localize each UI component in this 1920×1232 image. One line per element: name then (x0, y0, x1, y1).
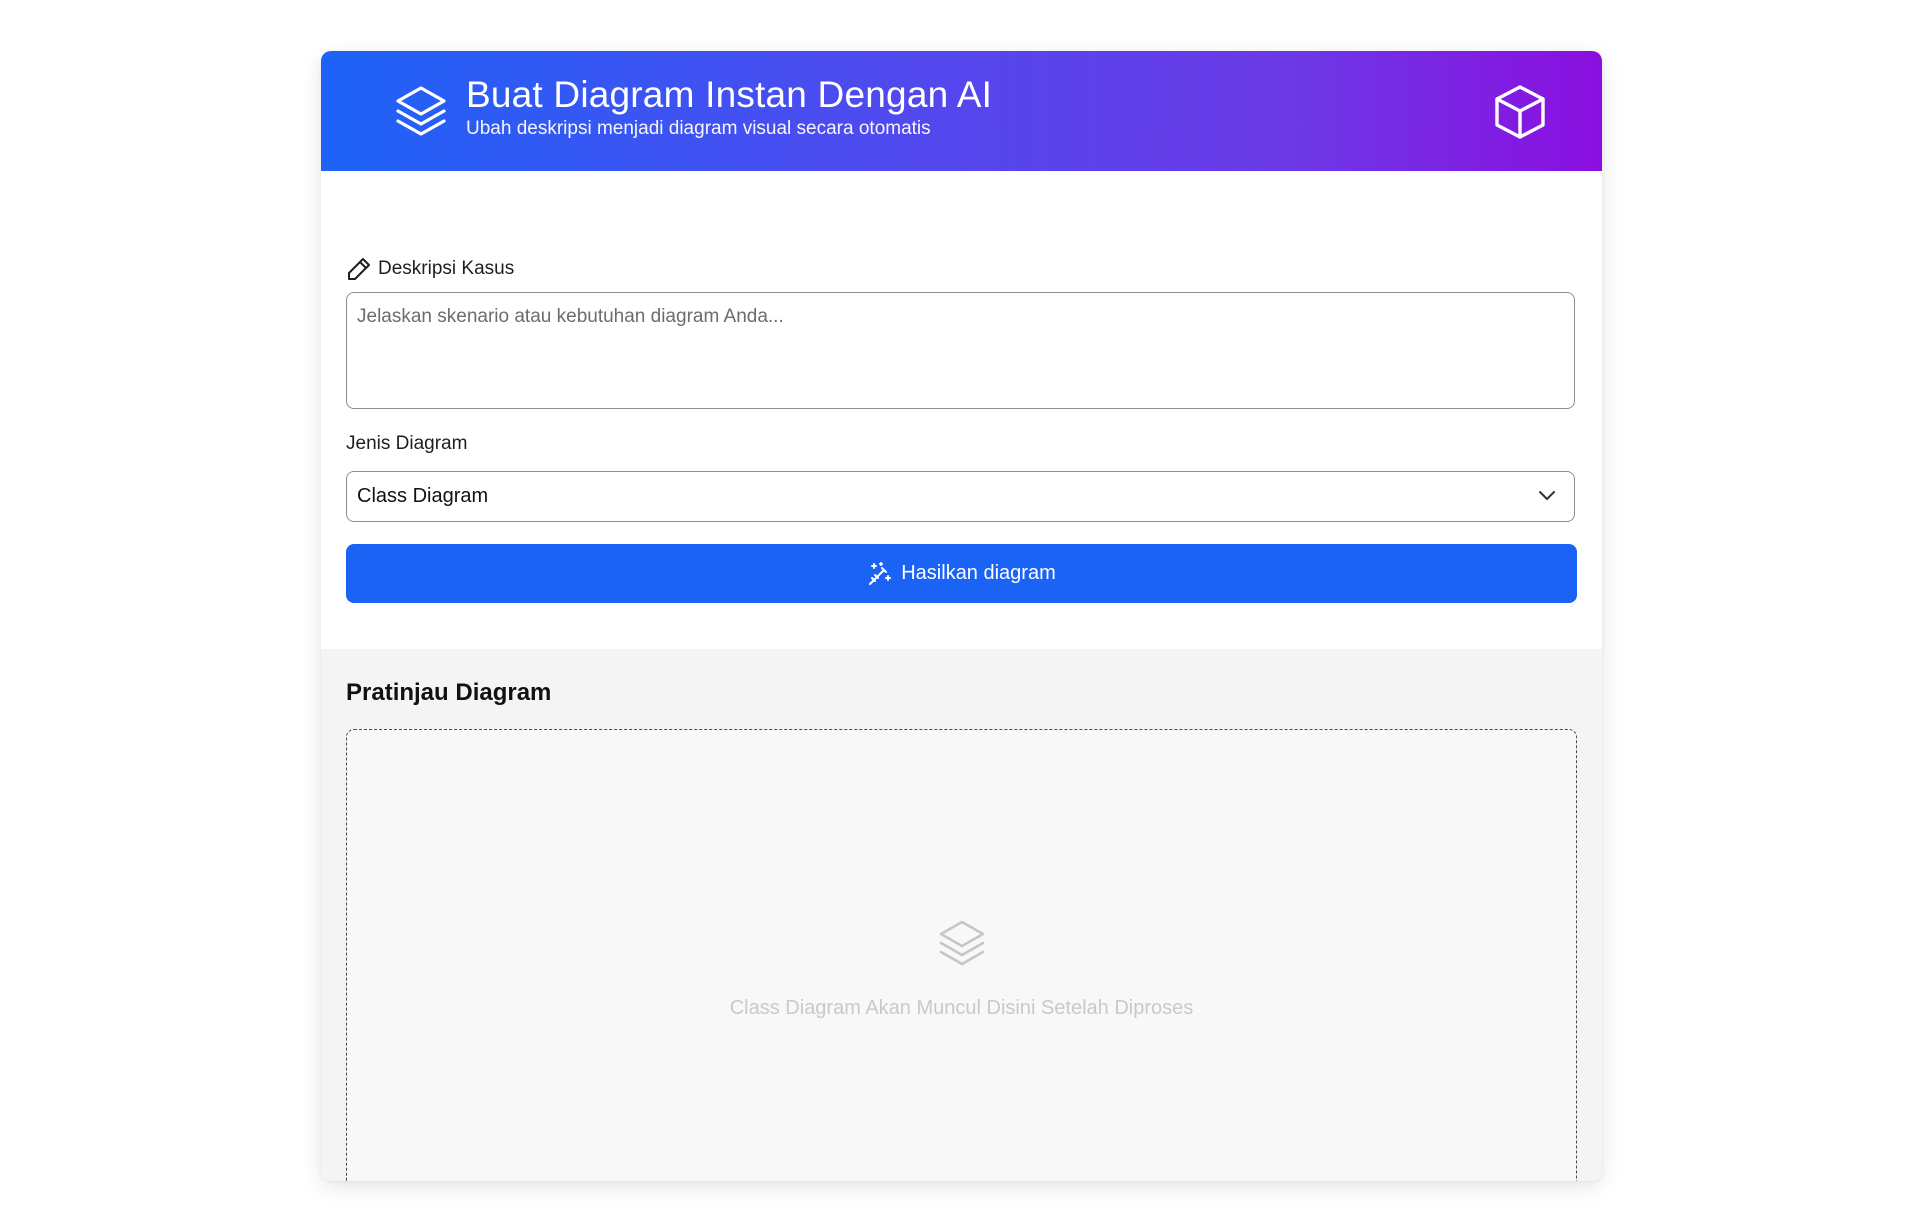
pencil-icon (348, 258, 370, 280)
empty-state-message: Class Diagram Akan Muncul Disini Setelah… (729, 997, 1194, 1019)
diagram-preview-section: Pratinjau Diagram Class Diagram Akan Mun… (321, 649, 1602, 1181)
description-input[interactable] (346, 292, 1575, 409)
magic-wand-icon (869, 561, 892, 585)
description-label: Deskripsi Kasus (346, 256, 514, 282)
preview-title: Pratinjau Diagram (346, 679, 552, 706)
description-label-text: Deskripsi Kasus (378, 258, 515, 279)
chevron-down-icon (1539, 491, 1555, 500)
header-titles: Buat Diagram Instan Dengan AI Ubah deskr… (466, 73, 992, 141)
layers-icon (939, 920, 985, 966)
generate-diagram-button[interactable]: Hasilkan diagram (346, 544, 1577, 603)
diagram-type-label: Jenis Diagram (346, 433, 468, 454)
generate-button-label: Hasilkan diagram (901, 562, 1056, 584)
diagram-generator-card: Buat Diagram Instan Dengan AI Ubah deskr… (321, 51, 1602, 1181)
page-subtitle: Ubah deskripsi menjadi diagram visual se… (466, 118, 931, 139)
diagram-type-select[interactable]: Class Diagram (346, 471, 1575, 522)
diagram-type-selected: Class Diagram (357, 485, 489, 507)
cube-icon (1495, 85, 1545, 139)
diagram-preview-area: Class Diagram Akan Muncul Disini Setelah… (346, 729, 1577, 1181)
layers-icon (396, 86, 446, 136)
app-header: Buat Diagram Instan Dengan AI Ubah deskr… (321, 51, 1602, 171)
page-title: Buat Diagram Instan Dengan AI (466, 74, 993, 115)
